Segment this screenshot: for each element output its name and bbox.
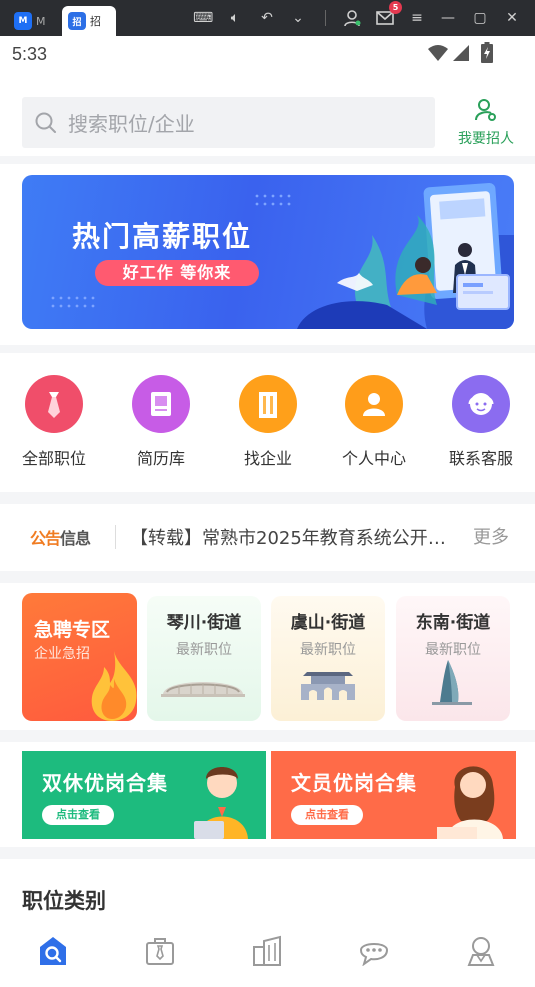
tower-icon	[432, 660, 472, 705]
status-bar: 5:33	[0, 36, 535, 74]
district-card-qinchuan[interactable]: 琴川·街道 最新职位	[147, 596, 261, 721]
wifi-icon	[428, 45, 448, 61]
support-icon	[452, 375, 510, 433]
district-card-yushan[interactable]: 虞山·街道 最新职位	[271, 596, 385, 721]
category-label: 找企业	[243, 449, 292, 468]
divider	[0, 571, 535, 583]
district-subtitle: 最新职位	[425, 642, 481, 658]
hot-jobs-banner[interactable]: 热门高薪职位 好工作 等你来	[22, 175, 514, 329]
notice-bar[interactable]: 公告信息 【转载】常熟市2025年教育系统公开招聘备案制教师公告 更多	[0, 507, 535, 565]
undo-icon[interactable]: ↶	[257, 8, 277, 28]
category-label: 简历库	[136, 449, 185, 468]
divider	[0, 847, 535, 859]
notice-logo-b: 信息	[60, 529, 91, 548]
notice-logo: 公告信息	[30, 525, 91, 549]
close-icon[interactable]: ✕	[502, 8, 522, 28]
urgent-hiring-card[interactable]: 急聘专区 企业急招	[22, 593, 137, 721]
recruit-button[interactable]: 我要招人	[452, 98, 520, 150]
recruit-icon	[475, 99, 496, 121]
nav-companies[interactable]	[247, 931, 287, 971]
signal-icon	[453, 45, 469, 61]
volume-icon[interactable]: 🔈︎	[225, 8, 245, 28]
notice-text[interactable]: 【转载】常熟市2025年教育系统公开招聘备案制教师公告	[130, 524, 455, 550]
district-title: 琴川·街道	[166, 613, 242, 633]
district-title: 东南·街道	[415, 613, 491, 633]
category-resume-library[interactable]: 简历库	[115, 375, 207, 469]
notice-logo-a: 公告	[30, 529, 61, 548]
district-subtitle: 最新职位	[176, 642, 232, 658]
job-category-heading: 职位类别	[22, 889, 106, 913]
category-all-jobs[interactable]: 全部职位	[8, 375, 100, 469]
emulator-tab-2-label: 招	[90, 15, 101, 28]
divider	[0, 156, 535, 164]
category-customer-service[interactable]: 联系客服	[435, 375, 527, 469]
flame-icon	[91, 651, 137, 721]
keyboard-icon[interactable]: ⌨	[193, 8, 213, 28]
search-icon	[35, 112, 56, 133]
promo-view-button[interactable]: 点击查看	[42, 805, 114, 825]
district-card-dongnan[interactable]: 东南·街道 最新职位	[396, 596, 510, 721]
category-label: 个人中心	[341, 449, 406, 468]
menu-icon[interactable]: ≡	[407, 8, 427, 28]
mail-count-badge: 5	[389, 1, 402, 14]
chat-icon	[359, 943, 389, 966]
category-personal-center[interactable]: 个人中心	[328, 375, 420, 469]
divider	[115, 525, 116, 549]
city-gate-icon	[301, 672, 355, 700]
search-placeholder: 搜索职位/企业	[68, 112, 195, 136]
emulator-title-bar: M M 招 招 ⌨ 🔈︎ ↶ ⌄ 5 ≡ — ▢ ✕	[0, 0, 535, 36]
account-icon[interactable]	[342, 8, 362, 28]
promo-title: 双休优岗合集	[42, 771, 168, 795]
divider	[325, 10, 326, 26]
battery-icon	[481, 42, 493, 63]
woman-illustration	[437, 766, 503, 839]
company-icon	[253, 935, 281, 966]
minimize-icon[interactable]: —	[438, 8, 458, 28]
district-title: 虞山·街道	[290, 613, 366, 633]
nav-messages[interactable]	[354, 931, 394, 971]
stadium-icon	[161, 682, 245, 697]
district-subtitle: 最新职位	[300, 642, 356, 658]
promo-view-button[interactable]: 点击查看	[291, 805, 363, 825]
nav-jobs[interactable]	[140, 931, 180, 971]
emulator-tab-1[interactable]: M M	[8, 6, 58, 36]
man-illustration	[194, 767, 248, 839]
status-time: 5:33	[12, 44, 48, 64]
promo-title: 文员优岗合集	[291, 771, 417, 795]
resume-icon	[132, 375, 190, 433]
urgent-subtitle: 企业急招	[34, 646, 90, 662]
category-label: 联系客服	[448, 449, 513, 468]
divider	[0, 492, 535, 504]
search-home-icon	[40, 937, 66, 965]
bottom-navigation	[0, 925, 535, 987]
banner-title: 热门高薪职位	[72, 220, 253, 253]
divider	[0, 345, 535, 353]
office-illustration	[297, 183, 514, 329]
briefcase-icon	[146, 938, 174, 965]
dot-pattern	[51, 296, 95, 308]
nav-profile[interactable]	[461, 931, 501, 971]
banner-subtitle: 好工作 等你来	[95, 260, 259, 286]
app-logo-icon: 招	[68, 12, 86, 30]
app-logo-icon: M	[14, 12, 32, 30]
emulator-tab-1-label: M	[36, 14, 46, 28]
promo-weekend-jobs[interactable]: 双休优岗合集 点击查看	[22, 751, 266, 839]
chevron-down-icon[interactable]: ⌄	[288, 8, 308, 28]
maximize-icon[interactable]: ▢	[470, 8, 490, 28]
emulator-tab-2[interactable]: 招 招	[62, 6, 116, 36]
urgent-title: 急聘专区	[34, 619, 111, 641]
profile-icon	[467, 937, 495, 966]
promo-clerk-jobs[interactable]: 文员优岗合集 点击查看	[271, 751, 516, 839]
person-icon	[345, 375, 403, 433]
notice-more-link[interactable]: 更多	[473, 523, 509, 549]
category-label: 全部职位	[21, 449, 86, 468]
nav-home[interactable]	[33, 931, 73, 971]
search-box[interactable]: 搜索职位/企业	[22, 97, 435, 148]
divider	[0, 730, 535, 742]
recruit-label: 我要招人	[458, 131, 514, 147]
building-icon	[239, 375, 297, 433]
tie-icon	[25, 375, 83, 433]
category-find-company[interactable]: 找企业	[222, 375, 314, 469]
